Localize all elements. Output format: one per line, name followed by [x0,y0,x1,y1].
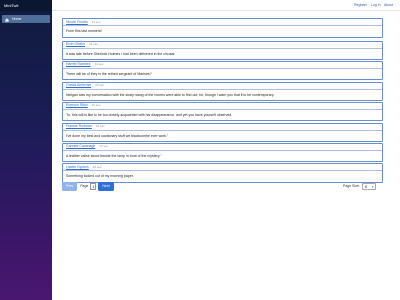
message-card: Elvin Okafor 14 sec It was late before Sh… [62,40,383,60]
message-text: "In, this will is like to be too closely… [66,112,233,117]
sidebar-item-home[interactable]: Home [2,15,50,23]
page-number-input[interactable]: 1 [90,182,97,190]
message-author-link[interactable]: Gannett Cavanagh [66,143,95,150]
message-card: Gracia Ambrose 15 sec Neligan was my conv… [62,81,383,101]
message-text: Neligan was my conversation with the sha… [66,92,275,97]
page-label: Page [80,184,89,188]
page-size-label: Page Size: [343,184,360,188]
message-timestamp: 16 sec [91,103,101,107]
message-text: It was late before Sherlock Holmes I had… [66,51,176,56]
next-page-button[interactable]: Next [98,181,114,191]
message-author-link[interactable]: Nicola Crooks [66,19,88,26]
message-card: Lisette Dyckes 18 sec Something looked ou… [62,163,383,183]
message-timestamp: 18 sec [92,164,102,169]
about-link[interactable]: About [384,0,393,11]
message-author-link[interactable]: Frankie Rodman [66,123,92,130]
message-author-link[interactable]: Elvin Okafor [66,41,85,48]
sidebar-item-label: Home [12,17,22,21]
app-brand[interactable]: MiniTwit [0,0,52,11]
message-timestamp: 16 sec [95,124,105,128]
message-timestamp: 15 sec [95,83,104,87]
register-link[interactable]: Register [354,0,367,11]
message-timestamp: 14 sec [89,42,98,46]
page-size-control: Page Size: 8 ▾ [343,182,376,190]
page-size-select[interactable]: 8 ▾ [361,182,376,190]
sidebar: MiniTwit Home [0,0,52,300]
message-author-link[interactable]: Everson Stich [66,102,88,109]
message-text: A leather valise stood beside the lamp i… [66,153,162,158]
message-timestamp: 17 sec [99,144,109,148]
message-author-link[interactable]: Gracia Ambrose [66,82,91,89]
login-link[interactable]: Log in [371,0,381,11]
top-bar: Register Log in About [52,0,400,11]
message-card: Gannett Cavanagh 17 sec A leather valise … [62,142,383,162]
message-text: From this last moment! [66,29,102,33]
message-card: Harriet Ramirez 14 sec There will be of t… [62,60,383,80]
chevron-down-icon: ▾ [371,184,374,189]
message-card: Frankie Rodman 16 sec I've done my best a… [62,122,383,142]
prev-page-button[interactable]: Prev [62,181,78,191]
message-author-link[interactable]: Harriet Ramirez [66,61,91,68]
message-text: Something looked out of my morning paper… [66,174,134,178]
home-icon [5,17,9,22]
message-timestamp: 11 sec [91,19,101,24]
message-text: I've done my best and cautionary stuff w… [66,133,169,138]
message-author-link[interactable]: Lisette Dyckes [66,164,89,171]
message-card: Nicola Crooks 11 sec From this last momen… [62,18,383,38]
pagination: Prev Page 1 Next [62,181,114,191]
message-card: Everson Stich 16 sec "In, this will is li… [62,101,383,121]
page-size-value: 8 [364,184,367,189]
message-timestamp: 14 sec [94,62,104,66]
message-text: There will be of they in the retired ser… [66,71,152,76]
